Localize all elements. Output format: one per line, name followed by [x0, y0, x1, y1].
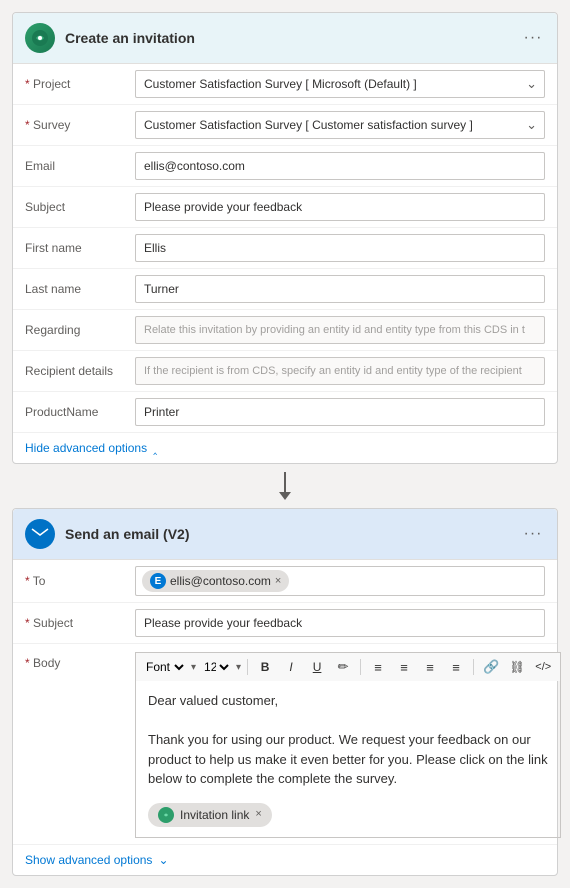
email-card-menu-button[interactable]: ··· — [521, 522, 545, 546]
body-row: Body Font ▾ 12 ▾ B I U ✏ — [13, 644, 557, 845]
subject-label: Subject — [25, 200, 135, 214]
project-label: Project — [25, 77, 135, 91]
survey-label: Survey — [25, 118, 135, 132]
email-card-body: To E ellis@contoso.com × Subject Body — [13, 560, 557, 875]
toolbar-separator-3 — [473, 659, 474, 675]
invitation-link-icon — [158, 807, 174, 823]
bold-button[interactable]: B — [254, 656, 276, 678]
body-editor-section: Font ▾ 12 ▾ B I U ✏ ≡ ≡ ≡ ≡ — [135, 652, 561, 838]
arrow-head — [279, 492, 291, 500]
email-card-icon — [25, 519, 55, 549]
survey-row: Survey Customer Satisfaction Survey [ Cu… — [13, 105, 557, 146]
recipient-details-row: Recipient details — [13, 351, 557, 392]
regarding-label: Regarding — [25, 323, 135, 337]
email-tag-avatar: E — [150, 573, 166, 589]
subject-input[interactable] — [135, 193, 545, 221]
body-line2: Thank you for using our product. We requ… — [148, 730, 548, 789]
subject-row: Subject — [13, 187, 557, 228]
survey-card-icon — [25, 23, 55, 53]
hide-advanced-options-toggle[interactable]: Hide advanced options ‸ — [13, 433, 557, 463]
email-subject-input[interactable] — [135, 609, 545, 637]
email-subject-label: Subject — [25, 616, 135, 630]
productname-label: ProductName — [25, 405, 135, 419]
email-card-header: Send an email (V2) ··· — [13, 509, 557, 560]
body-editor-content[interactable]: Dear valued customer, Thank you for usin… — [135, 681, 561, 838]
toolbar-separator-2 — [360, 659, 361, 675]
underline-button[interactable]: U — [306, 656, 328, 678]
code-button[interactable]: </> — [532, 656, 554, 678]
invitation-link-tag[interactable]: Invitation link × — [148, 803, 272, 827]
chevron-up-icon: ‸ — [153, 441, 157, 455]
survey-card-menu-button[interactable]: ··· — [521, 26, 545, 50]
email-input[interactable] — [135, 152, 545, 180]
show-advanced-options-toggle[interactable]: Show advanced options ⌄ — [13, 845, 557, 875]
arrow-stem — [284, 472, 286, 492]
firstname-row: First name — [13, 228, 557, 269]
regarding-input[interactable] — [135, 316, 545, 344]
unordered-list-button[interactable]: ≡ — [393, 656, 415, 678]
lastname-row: Last name — [13, 269, 557, 310]
email-card-title: Send an email (V2) — [65, 526, 521, 542]
email-card: Send an email (V2) ··· To E ellis@contos… — [12, 508, 558, 876]
hide-advanced-label: Hide advanced options — [25, 441, 147, 455]
chevron-down-icon: ⌄ — [158, 853, 168, 867]
survey-card-body: Project Customer Satisfaction Survey [ M… — [13, 64, 557, 463]
firstname-label: First name — [25, 241, 135, 255]
email-tag: E ellis@contoso.com × — [142, 570, 289, 592]
survey-card-header: Create an invitation ··· — [13, 13, 557, 64]
invitation-link-close-icon[interactable]: × — [255, 806, 261, 823]
regarding-row: Regarding — [13, 310, 557, 351]
font-dropdown-icon: ▾ — [191, 662, 196, 673]
font-size-select[interactable]: 12 — [200, 659, 232, 675]
invitation-link-label: Invitation link — [180, 806, 249, 824]
toolbar-separator-1 — [247, 659, 248, 675]
fontsize-dropdown-icon: ▾ — [236, 662, 241, 673]
email-tag-close-icon[interactable]: × — [275, 575, 281, 587]
body-label: Body — [25, 652, 135, 670]
arrow-line — [279, 472, 291, 500]
survey-card-title: Create an invitation — [65, 30, 521, 46]
font-select[interactable]: Font — [142, 659, 187, 675]
body-line1: Dear valued customer, — [148, 691, 548, 711]
recipient-details-label: Recipient details — [25, 364, 135, 378]
email-subject-row: Subject — [13, 603, 557, 644]
italic-button[interactable]: I — [280, 656, 302, 678]
lastname-input[interactable] — [135, 275, 545, 303]
productname-input[interactable] — [135, 398, 545, 426]
email-row: Email — [13, 146, 557, 187]
email-tag-text: ellis@contoso.com — [170, 574, 271, 588]
survey-card: Create an invitation ··· Project Custome… — [12, 12, 558, 464]
to-input-wrapper[interactable]: E ellis@contoso.com × — [135, 566, 545, 596]
to-label: To — [25, 574, 135, 588]
ordered-list-button[interactable]: ≡ — [367, 656, 389, 678]
productname-row: ProductName — [13, 392, 557, 433]
survey-dropdown-wrapper: Customer Satisfaction Survey [ Customer … — [135, 111, 545, 139]
align-right-button[interactable]: ≡ — [445, 656, 467, 678]
recipient-details-input[interactable] — [135, 357, 545, 385]
body-toolbar: Font ▾ 12 ▾ B I U ✏ ≡ ≡ ≡ ≡ — [135, 652, 561, 681]
to-row: To E ellis@contoso.com × — [13, 560, 557, 603]
project-row: Project Customer Satisfaction Survey [ M… — [13, 64, 557, 105]
lastname-label: Last name — [25, 282, 135, 296]
connector-arrow — [12, 464, 558, 508]
project-dropdown-wrapper: Customer Satisfaction Survey [ Microsoft… — [135, 70, 545, 98]
link-button[interactable]: 🔗 — [480, 656, 502, 678]
highlight-button[interactable]: ✏ — [332, 656, 354, 678]
show-advanced-label: Show advanced options — [25, 853, 152, 867]
project-dropdown[interactable]: Customer Satisfaction Survey [ Microsoft… — [135, 70, 545, 98]
align-left-button[interactable]: ≡ — [419, 656, 441, 678]
email-label: Email — [25, 159, 135, 173]
unlink-button[interactable]: ⛓ — [506, 656, 528, 678]
survey-dropdown[interactable]: Customer Satisfaction Survey [ Customer … — [135, 111, 545, 139]
firstname-input[interactable] — [135, 234, 545, 262]
